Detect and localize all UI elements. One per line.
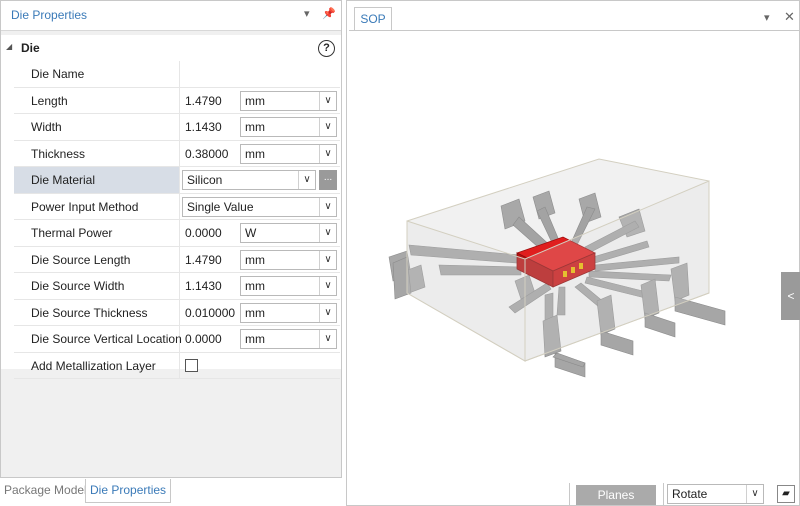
prop-name: Width	[14, 114, 180, 140]
model-viewer-panel: SOP ▾ ✕ < Planes Rotate ∨ ▰	[346, 0, 800, 506]
prop-row-thermal-power: Thermal Power 0.0000 W ∨	[14, 220, 340, 247]
prop-row-width: Width 1.1430 mm ∨	[14, 114, 340, 141]
group-header-die[interactable]: ◢ Die ?	[1, 35, 341, 61]
unit-value: mm	[245, 146, 265, 161]
die-material-select[interactable]: Silicon ∨	[182, 170, 316, 190]
prop-name: Die Material	[14, 167, 180, 193]
prop-name: Add Metallization Layer	[14, 352, 180, 378]
die-source-vertical-location-unit-select[interactable]: mm ∨	[240, 329, 337, 349]
pin-icon[interactable]: 📌	[322, 7, 336, 20]
thickness-unit-select[interactable]: mm ∨	[240, 143, 337, 164]
chevron-down-icon[interactable]: ∨	[319, 277, 336, 295]
metallization-checkbox[interactable]	[185, 358, 198, 372]
chevron-down-icon[interactable]: ∨	[319, 330, 336, 348]
prop-name: Die Source Thickness	[14, 299, 180, 325]
die-source-length-value[interactable]: 1.4790	[185, 247, 222, 273]
view-cube-icon[interactable]: ▰	[777, 485, 795, 503]
prop-row-die-source-width: Die Source Width 1.1430 mm ∨	[14, 273, 340, 300]
3d-viewport[interactable]: <	[349, 30, 800, 484]
thermal-power-unit-select[interactable]: W ∨	[240, 223, 337, 243]
chevron-down-icon[interactable]: ∨	[319, 91, 336, 110]
unit-value: W	[245, 226, 257, 240]
chevron-down-icon[interactable]: ▾	[764, 11, 770, 24]
prop-row-die-name[interactable]: Die Name	[14, 61, 340, 88]
viewer-toolbar: Planes Rotate ∨ ▰	[347, 483, 799, 505]
unit-value: mm	[245, 252, 265, 267]
chevron-down-icon[interactable]: ∨	[746, 485, 763, 503]
chevron-down-icon[interactable]: ∨	[319, 303, 336, 322]
prop-name: Length	[14, 87, 180, 113]
chevron-down-icon[interactable]: ∨	[319, 250, 336, 269]
chevron-down-icon[interactable]: ∨	[298, 171, 315, 189]
unit-value: mm	[245, 120, 265, 134]
width-value[interactable]: 1.1430	[185, 114, 222, 140]
prop-name: Die Source Length	[14, 246, 180, 272]
panel-header: Die Properties ▾ 📌	[1, 1, 341, 31]
die-source-width-unit-select[interactable]: mm ∨	[240, 276, 337, 296]
die-source-thickness-value[interactable]: 0.010000	[185, 300, 235, 326]
tab-sop[interactable]: SOP	[354, 7, 392, 31]
chevron-down-icon[interactable]: ∨	[319, 118, 336, 136]
prop-name: Thickness	[14, 140, 180, 166]
prop-row-die-source-length: Die Source Length 1.4790 mm ∨	[14, 246, 340, 273]
material-value: Silicon	[187, 173, 223, 187]
side-panel-toggle[interactable]: <	[781, 272, 800, 320]
chevron-down-icon[interactable]: ∨	[319, 144, 336, 163]
unit-value: mm	[245, 279, 265, 293]
chevron-down-icon[interactable]: ▾	[304, 7, 310, 20]
prop-row-length: Length 1.4790 mm ∨	[14, 87, 340, 114]
group-label: Die	[21, 41, 40, 55]
die-source-length-unit-select[interactable]: mm ∨	[240, 249, 337, 270]
panel-title: Die Properties	[11, 8, 88, 22]
length-unit-select[interactable]: mm ∨	[240, 90, 337, 111]
prop-row-die-material: Die Material Silicon ∨ ...	[14, 167, 340, 194]
die-properties-panel: Die Properties ▾ 📌 ◢ Die ? Die Name Leng…	[0, 0, 342, 478]
chevron-down-icon[interactable]: ∨	[319, 224, 336, 242]
prop-row-thickness: Thickness 0.38000 mm ∨	[14, 140, 340, 167]
tab-package-model[interactable]: Package Model	[0, 479, 91, 503]
power-input-method-select[interactable]: Single Value ∨	[182, 196, 337, 217]
material-browse-button[interactable]: ...	[319, 170, 337, 190]
chevron-down-icon[interactable]: ∨	[319, 197, 336, 216]
help-icon[interactable]: ?	[318, 40, 335, 57]
prop-name: Die Name	[14, 61, 180, 87]
prop-name: Thermal Power	[14, 220, 180, 246]
die-source-vertical-location-value[interactable]: 0.0000	[185, 326, 222, 352]
prop-row-die-source-vertical-location: Die Source Vertical Location 0.0000 mm ∨	[14, 326, 340, 353]
prop-row-add-metallization-layer: Add Metallization Layer	[14, 352, 340, 379]
tab-die-properties[interactable]: Die Properties	[85, 479, 172, 503]
toolbar-divider	[663, 483, 664, 505]
thermal-power-value[interactable]: 0.0000	[185, 220, 222, 246]
unit-value: mm	[245, 332, 265, 346]
view-mode-select[interactable]: Rotate ∨	[667, 484, 764, 504]
sop-package-model[interactable]	[349, 31, 799, 484]
property-grid: ◢ Die ? Die Name Length 1.4790 mm ∨ Widt…	[1, 35, 341, 379]
die-source-thickness-unit-select[interactable]: mm ∨	[240, 302, 337, 323]
collapse-triangle-icon[interactable]: ◢	[6, 42, 12, 51]
prop-name: Die Source Width	[14, 273, 180, 299]
prop-name: Power Input Method	[14, 193, 180, 219]
unit-value: mm	[245, 93, 265, 108]
toolbar-divider	[569, 483, 570, 505]
die-source-width-value[interactable]: 1.1430	[185, 273, 222, 299]
width-unit-select[interactable]: mm ∨	[240, 117, 337, 137]
unit-value: mm	[245, 305, 265, 320]
mode-value: Rotate	[672, 487, 708, 501]
prop-row-power-input-method: Power Input Method Single Value ∨	[14, 193, 340, 220]
prop-name: Die Source Vertical Location	[14, 326, 182, 352]
method-value: Single Value	[187, 199, 254, 214]
prop-row-die-source-thickness: Die Source Thickness 0.010000 mm ∨	[14, 299, 340, 326]
close-icon[interactable]: ✕	[784, 9, 795, 25]
planes-button[interactable]: Planes	[576, 485, 656, 505]
length-value[interactable]: 1.4790	[185, 88, 222, 114]
thickness-value[interactable]: 0.38000	[185, 141, 228, 167]
